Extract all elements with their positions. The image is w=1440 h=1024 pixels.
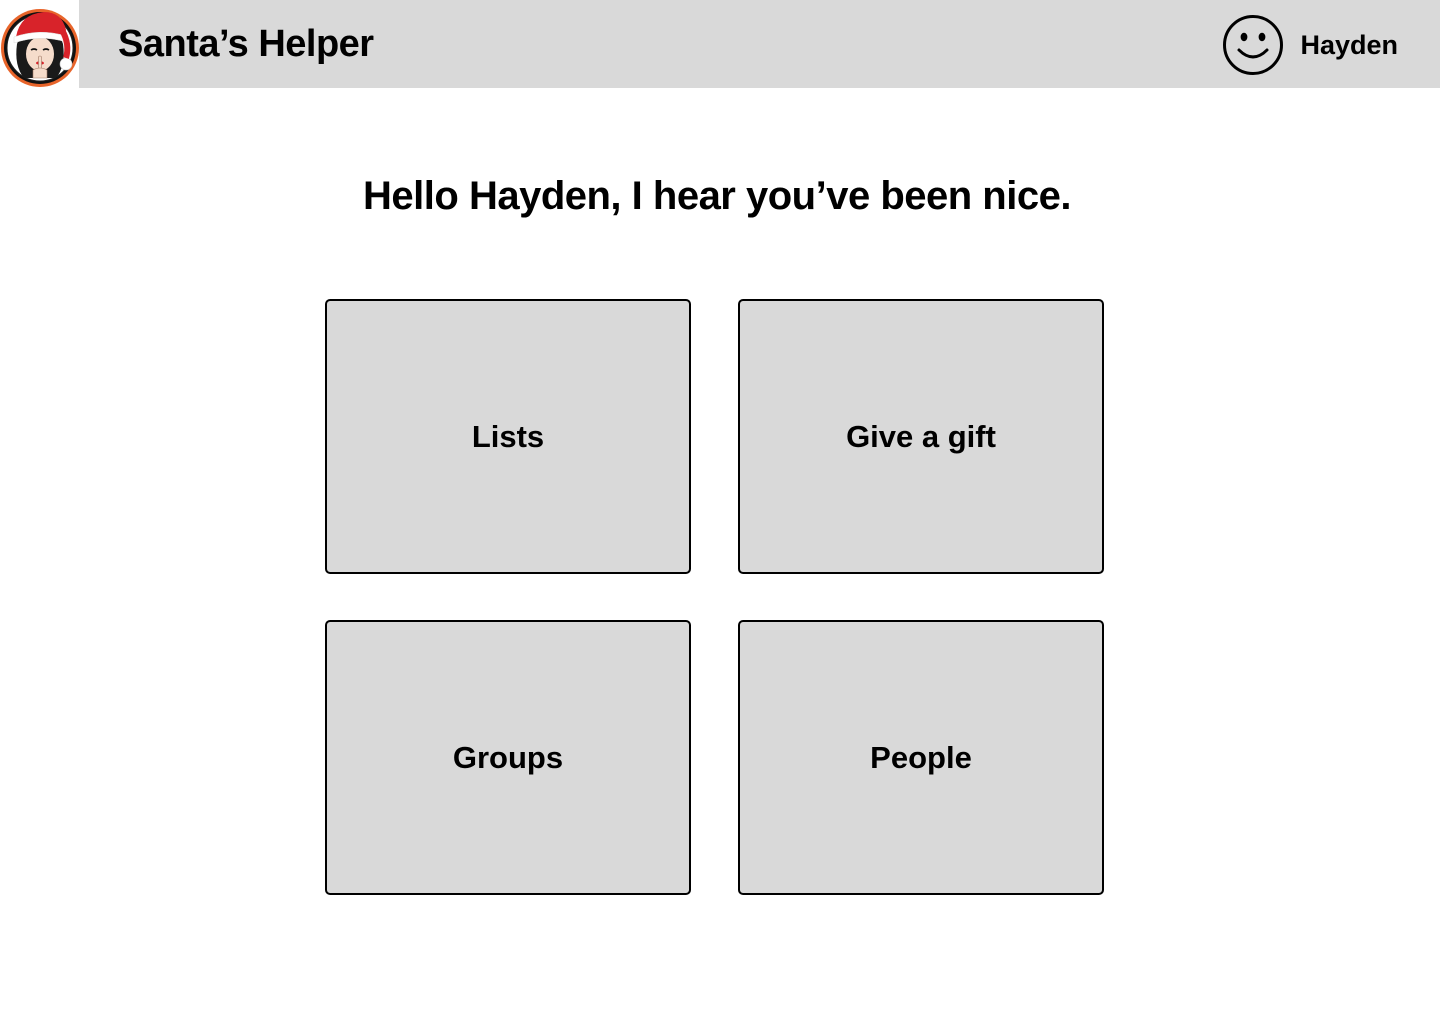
people-tile-label: People — [870, 739, 972, 775]
app-title: Santa’s Helper — [118, 23, 374, 65]
top-bar: Santa’s Helper Hayden — [0, 0, 1440, 88]
logo-container[interactable] — [0, 0, 79, 88]
santa-hat-woman-logo — [1, 9, 79, 87]
groups-tile[interactable]: Groups — [325, 620, 691, 895]
user-menu[interactable]: Hayden — [1222, 14, 1398, 76]
give-a-gift-tile-label: Give a gift — [846, 418, 996, 454]
lists-tile[interactable]: Lists — [325, 299, 691, 574]
people-tile[interactable]: People — [738, 620, 1104, 895]
groups-tile-label: Groups — [452, 739, 564, 775]
smiley-face-icon — [1223, 15, 1284, 75]
greeting-heading: Hello Hayden, I hear you’ve been nice. — [363, 174, 1071, 218]
lists-tile-label: Lists — [471, 418, 545, 454]
give-a-gift-tile[interactable]: Give a gift — [738, 299, 1104, 574]
user-name: Hayden — [1300, 29, 1398, 60]
